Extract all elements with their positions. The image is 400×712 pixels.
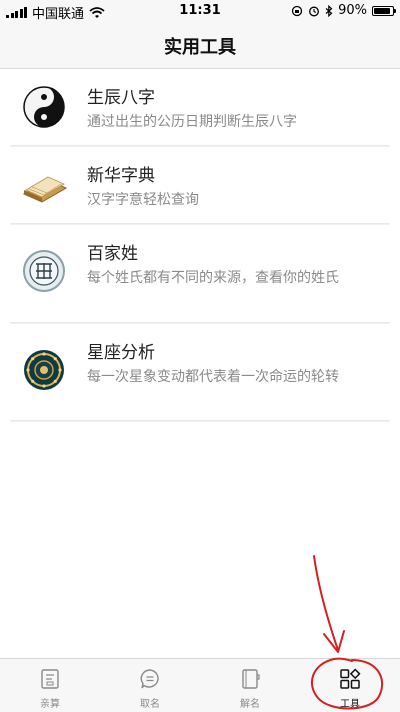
document-icon <box>41 669 59 689</box>
tab-label: 亲算 <box>40 699 60 710</box>
battery-percent: 90% <box>338 3 367 18</box>
zodiac-wheel-icon <box>24 350 64 390</box>
battery-level <box>374 7 391 14</box>
tab-naming[interactable]: 取名 <box>100 659 200 712</box>
status-bar: 中国联通 11:31 90% <box>0 0 400 22</box>
yin-yang-icon <box>23 86 65 128</box>
alarm-icon <box>309 6 320 16</box>
tool-item-surnames[interactable]: 百家姓 每个姓氏都有不同的来源，查看你的姓氏 <box>10 225 390 324</box>
tab-label: 工具 <box>340 699 360 710</box>
bluetooth-icon <box>325 4 333 17</box>
divider <box>10 420 390 422</box>
orientation-lock-icon <box>291 5 303 16</box>
tab-interpret-name[interactable]: 解名 <box>200 659 300 712</box>
tool-item-bazi[interactable]: 生辰八字 通过出生的公历日期判断生辰八字 <box>10 69 390 147</box>
notebook-icon <box>242 669 260 689</box>
tool-description: 每一次星象变动都代表着一次命运的轮转 <box>87 369 339 385</box>
tool-title: 百家姓 <box>87 244 138 264</box>
seal-icon <box>23 250 65 292</box>
tool-title: 星座分析 <box>87 343 155 363</box>
tab-label: 解名 <box>240 699 260 710</box>
tab-label: 取名 <box>140 699 160 710</box>
tool-item-dictionary[interactable]: 新华字典 汉字字意轻松查询 <box>10 147 390 225</box>
grid-icon <box>340 668 361 689</box>
tool-description: 每个姓氏都有不同的来源，查看你的姓氏 <box>87 270 339 286</box>
tool-title: 新华字典 <box>87 166 155 186</box>
tab-tools[interactable]: 工具 <box>300 659 400 712</box>
tool-item-zodiac[interactable]: 星座分析 每一次星象变动都代表着一次命运的轮转 <box>10 324 390 422</box>
tab-bar: 亲算 取名 解名 工具 <box>0 658 400 712</box>
chat-bubble-icon <box>140 669 159 689</box>
tool-description: 通过出生的公历日期判断生辰八字 <box>87 114 297 130</box>
tool-title: 生辰八字 <box>87 88 155 108</box>
tab-calculate[interactable]: 亲算 <box>0 659 100 712</box>
page-title: 实用工具 <box>164 37 236 58</box>
navigation-bar: 实用工具 <box>0 22 400 69</box>
battery-icon <box>372 5 396 16</box>
status-right: 90% <box>291 3 396 18</box>
tool-description: 汉字字意轻松查询 <box>87 192 199 208</box>
book-icon <box>22 176 68 203</box>
